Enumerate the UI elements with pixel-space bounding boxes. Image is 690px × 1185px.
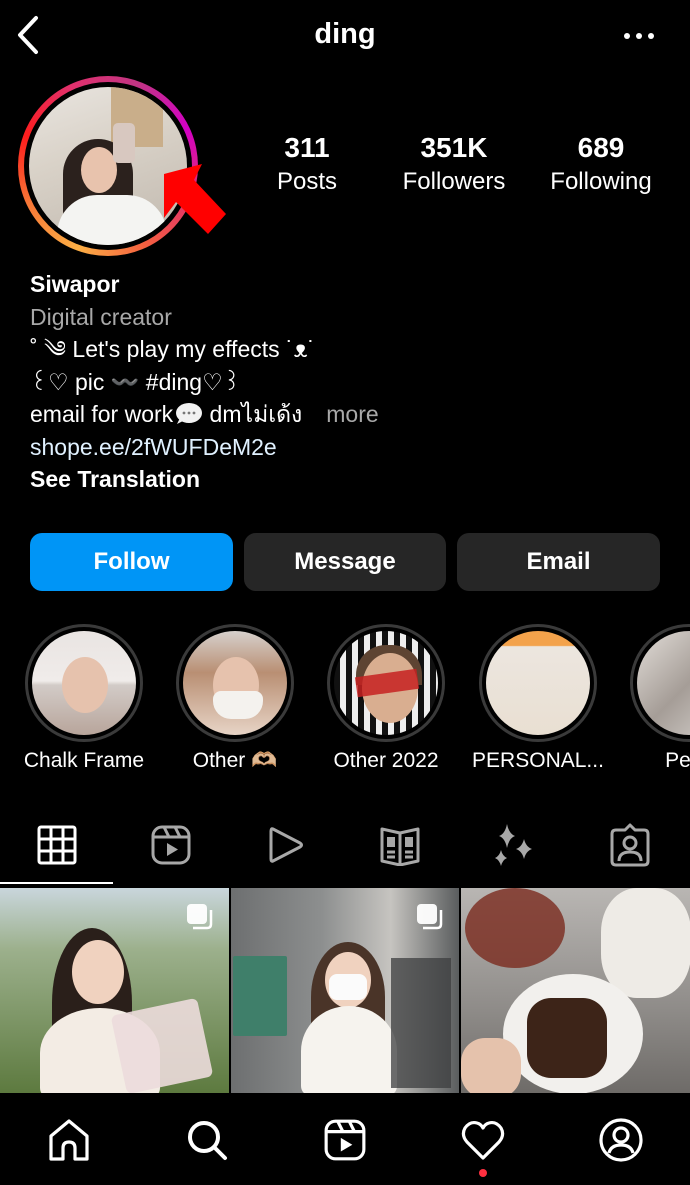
highlight-mask (213, 691, 263, 719)
follow-button[interactable]: Follow (30, 533, 233, 591)
bio-hashtag: #ding♡꒱ (139, 368, 241, 395)
bio-text: email for work (30, 401, 174, 427)
story-highlight[interactable]: Other 2022 (316, 624, 456, 773)
following-label: Following (550, 168, 652, 195)
tab-guides[interactable] (370, 820, 430, 870)
carousel-icon (187, 904, 213, 930)
post-thumbnail[interactable] (0, 888, 229, 1093)
tab-effects[interactable] (484, 820, 544, 870)
tab-tagged[interactable] (600, 820, 660, 870)
followers-count: 351K (420, 132, 488, 163)
nav-home[interactable] (44, 1115, 94, 1165)
more-horizontal-icon (624, 33, 654, 39)
post-thumbnail[interactable] (461, 888, 690, 1093)
reels-icon (151, 825, 191, 865)
bio-more-link[interactable]: more (326, 401, 378, 427)
bio-text: dmไม่เด้ง (203, 401, 303, 427)
post-mask (329, 974, 367, 1000)
highlight-label: Chalk Frame (23, 749, 145, 772)
active-tab-indicator (0, 882, 113, 884)
home-icon (49, 1119, 89, 1161)
profile-category: Digital creator (30, 303, 172, 330)
page-title: ding (314, 18, 376, 50)
highlight-label: Other 🫶🏼 (192, 749, 278, 772)
story-highlight[interactable]: Peak (619, 624, 690, 773)
avatar-face (81, 147, 117, 193)
email-button[interactable]: Email (457, 533, 660, 591)
post-pouch (110, 997, 214, 1093)
post-person-body (301, 1006, 397, 1093)
story-highlight[interactable]: Other 🫶🏼 (165, 624, 305, 773)
profile-icon (599, 1118, 643, 1162)
post-menu-board (391, 958, 451, 1088)
post-thumbnail[interactable] (231, 888, 459, 1093)
notification-dot (479, 1169, 487, 1177)
stat-following[interactable]: 689 Following (538, 130, 664, 198)
nav-profile[interactable] (596, 1115, 646, 1165)
nav-reels[interactable] (320, 1115, 370, 1165)
tab-videos[interactable] (256, 820, 316, 870)
highlight-cover (183, 631, 287, 735)
posts-label: Posts (276, 168, 338, 195)
bio-text: ꒰♡ pic (30, 368, 111, 395)
highlight-ring (25, 624, 143, 742)
highlight-label: Other 2022 (333, 749, 439, 772)
story-highlight[interactable]: Chalk Frame (14, 624, 154, 773)
bottom-navigation (0, 1095, 690, 1185)
speech-bubble-icon (173, 402, 203, 426)
highlight-cover (637, 631, 690, 735)
carousel-icon (417, 904, 443, 930)
avatar-shirt (57, 195, 167, 245)
guide-icon (380, 827, 420, 866)
stat-followers[interactable]: 351K Followers (386, 130, 522, 198)
highlight-face (62, 657, 108, 713)
nav-activity[interactable] (458, 1115, 508, 1165)
posts-count: 311 (284, 132, 330, 163)
post-pastry (527, 998, 607, 1078)
search-icon (188, 1121, 227, 1160)
profile-name: Siwapor (30, 271, 120, 297)
following-count: 689 (577, 132, 625, 163)
post-person-face (72, 940, 124, 1004)
followers-label: Followers (402, 168, 506, 195)
message-button[interactable]: Message (244, 533, 446, 591)
bio-external-link[interactable]: shope.ee/2fWUFDeM2e (30, 431, 670, 464)
bio-line: ꒰♡ pic 〰️ #ding♡꒱ (30, 366, 670, 399)
post-sign (233, 956, 287, 1036)
top-bar: ding (0, 0, 690, 72)
reels-icon (324, 1119, 366, 1161)
tab-reels[interactable] (141, 820, 201, 870)
annotation-arrow-icon (164, 164, 226, 234)
tagged-user-icon (610, 823, 650, 867)
bio-line: email for work dmไม่เด้ง more (30, 398, 670, 431)
highlight-cover (486, 631, 590, 735)
see-translation-link[interactable]: See Translation (30, 463, 670, 496)
post-lilies (601, 888, 690, 998)
story-highlight[interactable]: PERSONAL... (468, 624, 608, 773)
heart-icon (461, 1120, 505, 1160)
profile-bio: Siwapor Digital creator ˚ ༄ Let's play m… (30, 268, 670, 496)
highlight-ring (630, 624, 690, 742)
highlight-cover (32, 631, 136, 735)
highlight-ring (479, 624, 597, 742)
tab-grid[interactable] (27, 820, 87, 870)
play-icon (269, 827, 303, 863)
wave-emoji: 〰️ (110, 368, 140, 395)
stat-posts[interactable]: 311 Posts (262, 130, 352, 198)
highlight-ring (327, 624, 445, 742)
more-options-button[interactable] (620, 22, 658, 50)
highlight-label: Peak (665, 749, 690, 772)
nav-search[interactable] (182, 1115, 232, 1165)
avatar-phone (113, 123, 135, 163)
grid-icon (37, 825, 77, 865)
bio-line: ˚ ༄ Let's play my effects ˙ᴥ˙ (30, 336, 316, 362)
post-flowers (465, 888, 565, 968)
highlight-cover (334, 631, 438, 735)
highlight-ring (176, 624, 294, 742)
sparkles-icon (495, 824, 532, 866)
highlight-label: PERSONAL... (472, 749, 604, 772)
post-hand (461, 1038, 521, 1093)
